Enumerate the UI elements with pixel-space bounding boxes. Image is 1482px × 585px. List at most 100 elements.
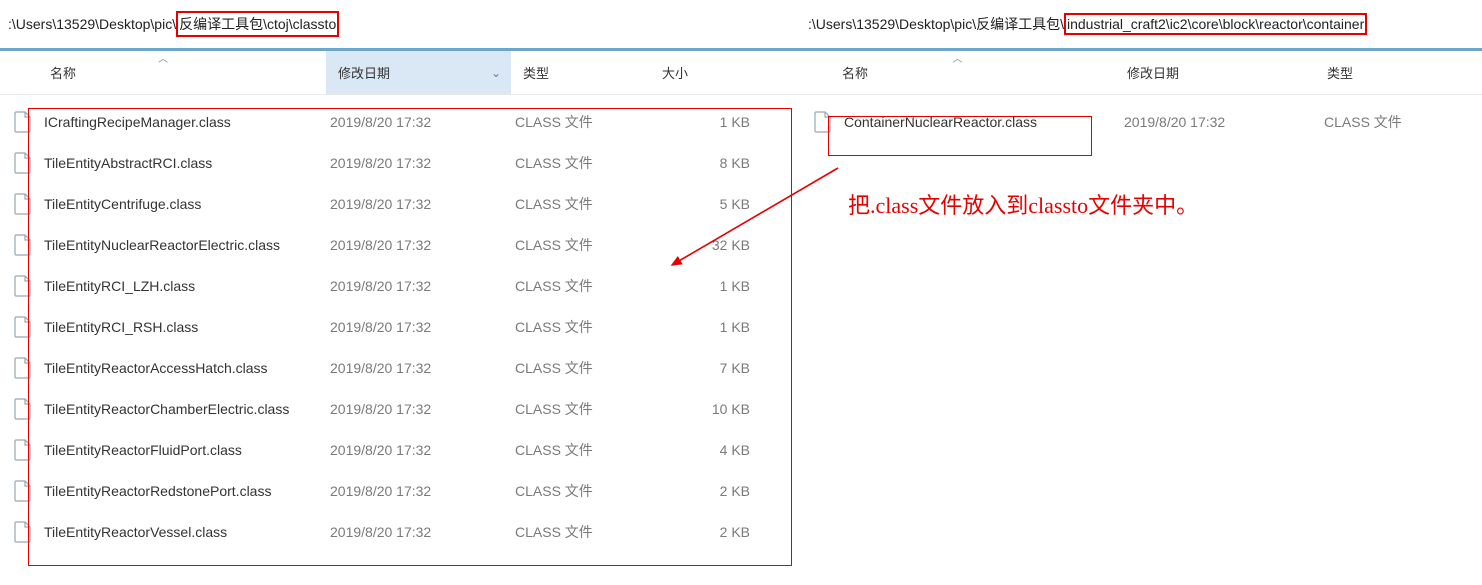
column-name-label: 名称 <box>50 63 76 82</box>
file-date: 2019/8/20 17:32 <box>330 524 515 540</box>
file-size: 8 KB <box>654 155 750 171</box>
file-size: 5 KB <box>654 196 750 212</box>
file-row[interactable]: TileEntityReactorVessel.class2019/8/20 1… <box>0 511 800 552</box>
file-name: TileEntityNuclearReactorElectric.class <box>44 237 330 253</box>
file-date: 2019/8/20 17:32 <box>330 360 515 376</box>
file-type: CLASS 文件 <box>515 317 654 337</box>
file-type: CLASS 文件 <box>515 481 654 501</box>
file-row[interactable]: TileEntityCentrifuge.class2019/8/20 17:3… <box>0 183 800 224</box>
file-name: TileEntityRCI_RSH.class <box>44 319 330 335</box>
explorer-pane-right: :\Users\13529\Desktop\pic\反编译工具包\ indust… <box>800 0 1482 585</box>
column-size[interactable]: 大小 <box>650 51 770 94</box>
file-type: CLASS 文件 <box>515 194 654 214</box>
file-row[interactable]: ContainerNuclearReactor.class2019/8/20 1… <box>800 101 1482 142</box>
file-icon <box>14 111 34 133</box>
file-size: 7 KB <box>654 360 750 376</box>
file-row[interactable]: TileEntityRCI_RSH.class2019/8/20 17:32CL… <box>0 306 800 347</box>
file-icon <box>14 398 34 420</box>
file-row[interactable]: ICraftingRecipeManager.class2019/8/20 17… <box>0 101 800 142</box>
file-date: 2019/8/20 17:32 <box>330 401 515 417</box>
file-row[interactable]: TileEntityNuclearReactorElectric.class20… <box>0 224 800 265</box>
sort-chevron-icon: ︿ <box>158 50 168 65</box>
file-icon <box>14 193 34 215</box>
path-highlight: industrial_craft2\ic2\core\block\reactor… <box>1064 13 1367 35</box>
column-name[interactable]: ︿ 名称 <box>0 51 326 94</box>
column-date-label: 修改日期 <box>338 63 390 82</box>
file-size: 2 KB <box>654 524 750 540</box>
file-date: 2019/8/20 17:32 <box>330 483 515 499</box>
file-date: 2019/8/20 17:32 <box>330 278 515 294</box>
file-size: 1 KB <box>654 114 750 130</box>
path-highlight: 反编译工具包\ctoj\classto <box>176 11 339 37</box>
file-icon <box>14 152 34 174</box>
file-date: 2019/8/20 17:32 <box>330 442 515 458</box>
file-type: CLASS 文件 <box>515 358 654 378</box>
file-list-right: ContainerNuclearReactor.class2019/8/20 1… <box>800 95 1482 142</box>
file-type: CLASS 文件 <box>515 276 654 296</box>
file-row[interactable]: TileEntityAbstractRCI.class2019/8/20 17:… <box>0 142 800 183</box>
file-size: 1 KB <box>654 319 750 335</box>
file-type: CLASS 文件 <box>515 399 654 419</box>
file-name: TileEntityReactorVessel.class <box>44 524 330 540</box>
column-date[interactable]: 修改日期 <box>1115 51 1315 94</box>
file-name: TileEntityAbstractRCI.class <box>44 155 330 171</box>
file-size: 1 KB <box>654 278 750 294</box>
dropdown-chevron-icon: ⌄ <box>491 66 501 80</box>
file-date: 2019/8/20 17:32 <box>330 155 515 171</box>
column-date-label: 修改日期 <box>1127 63 1179 82</box>
file-name: TileEntityCentrifuge.class <box>44 196 330 212</box>
sort-chevron-icon: ︿ <box>953 50 963 65</box>
file-size: 4 KB <box>654 442 750 458</box>
file-icon <box>14 439 34 461</box>
column-date[interactable]: 修改日期 ⌄ <box>326 51 511 94</box>
file-icon <box>814 111 834 133</box>
file-name: TileEntityReactorAccessHatch.class <box>44 360 330 376</box>
file-date: 2019/8/20 17:32 <box>330 237 515 253</box>
file-row[interactable]: TileEntityRCI_LZH.class2019/8/20 17:32CL… <box>0 265 800 306</box>
file-name: TileEntityReactorRedstonePort.class <box>44 483 330 499</box>
file-icon <box>14 316 34 338</box>
column-name[interactable]: ︿ 名称 <box>800 51 1115 94</box>
file-row[interactable]: TileEntityReactorFluidPort.class2019/8/2… <box>0 429 800 470</box>
file-icon <box>14 521 34 543</box>
annotation-text: 把.class文件放入到classto文件夹中。 <box>848 188 1198 220</box>
address-bar-left[interactable]: :\Users\13529\Desktop\pic\ 反编译工具包\ctoj\c… <box>0 0 800 48</box>
file-size: 10 KB <box>654 401 750 417</box>
file-date: 2019/8/20 17:32 <box>1124 114 1324 130</box>
file-row[interactable]: TileEntityReactorChamberElectric.class20… <box>0 388 800 429</box>
path-prefix: :\Users\13529\Desktop\pic\ <box>8 16 176 32</box>
file-type: CLASS 文件 <box>515 153 654 173</box>
column-headers-right: ︿ 名称 修改日期 类型 <box>800 51 1482 95</box>
file-icon <box>14 275 34 297</box>
file-name: TileEntityReactorFluidPort.class <box>44 442 330 458</box>
column-headers-left: ︿ 名称 修改日期 ⌄ 类型 大小 <box>0 51 800 95</box>
file-name: ICraftingRecipeManager.class <box>44 114 330 130</box>
column-size-label: 大小 <box>662 63 688 82</box>
file-row[interactable]: TileEntityReactorRedstonePort.class2019/… <box>0 470 800 511</box>
file-type: CLASS 文件 <box>515 235 654 255</box>
file-name: TileEntityRCI_LZH.class <box>44 278 330 294</box>
explorer-pane-left: :\Users\13529\Desktop\pic\ 反编译工具包\ctoj\c… <box>0 0 800 585</box>
address-bar-right[interactable]: :\Users\13529\Desktop\pic\反编译工具包\ indust… <box>800 0 1482 48</box>
file-date: 2019/8/20 17:32 <box>330 114 515 130</box>
column-type-label: 类型 <box>523 63 549 82</box>
column-type[interactable]: 类型 <box>1315 51 1465 94</box>
file-row[interactable]: TileEntityReactorAccessHatch.class2019/8… <box>0 347 800 388</box>
file-icon <box>14 234 34 256</box>
file-icon <box>14 357 34 379</box>
file-type: CLASS 文件 <box>1324 112 1474 132</box>
file-list-left: ICraftingRecipeManager.class2019/8/20 17… <box>0 95 800 552</box>
file-type: CLASS 文件 <box>515 440 654 460</box>
file-size: 2 KB <box>654 483 750 499</box>
column-type[interactable]: 类型 <box>511 51 650 94</box>
file-name: TileEntityReactorChamberElectric.class <box>44 401 330 417</box>
file-name: ContainerNuclearReactor.class <box>844 114 1124 130</box>
file-icon <box>14 480 34 502</box>
column-name-label: 名称 <box>842 63 868 82</box>
file-type: CLASS 文件 <box>515 522 654 542</box>
path-prefix: :\Users\13529\Desktop\pic\反编译工具包\ <box>808 14 1064 34</box>
column-type-label: 类型 <box>1327 63 1353 82</box>
file-date: 2019/8/20 17:32 <box>330 319 515 335</box>
file-size: 32 KB <box>654 237 750 253</box>
file-type: CLASS 文件 <box>515 112 654 132</box>
